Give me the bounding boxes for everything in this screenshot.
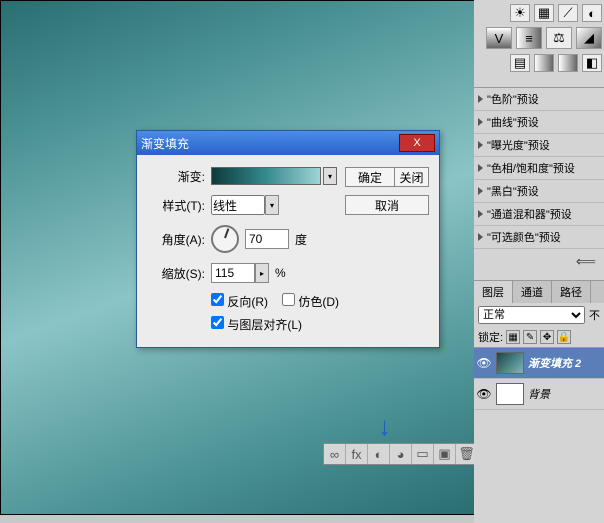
reverse-checkbox[interactable]	[211, 293, 224, 306]
selcolor-icon[interactable]: ◧	[582, 54, 602, 72]
adjustment-layer-icon[interactable]: ◕	[390, 444, 412, 464]
preset-label: "色阶"预设	[487, 91, 539, 107]
gradient-preview[interactable]	[211, 167, 321, 185]
grad-v-icon[interactable]: V	[486, 27, 512, 49]
lock-move-icon[interactable]: ✥	[540, 330, 554, 344]
opacity-label: 不	[589, 307, 600, 323]
tab-channels[interactable]: 通道	[513, 281, 552, 303]
curves-icon[interactable]: ⟋	[558, 4, 578, 22]
preset-item[interactable]: "色阶"预设	[474, 88, 604, 111]
dither-checkbox-wrap[interactable]: 仿色(D)	[282, 293, 339, 310]
cancel-button[interactable]: 取消	[345, 195, 429, 215]
align-label: 与图层对齐(L)	[227, 318, 302, 332]
layer-name: 渐变填充 2	[528, 355, 581, 371]
layers-panel: 图层 通道 路径 正常 不 锁定: ▦ ✎ ✥ 🔒 👁 渐变填充 2 👁 背景	[474, 280, 604, 410]
lock-transparent-icon[interactable]: ▦	[506, 330, 520, 344]
grad-h-icon[interactable]: ≡	[516, 27, 542, 49]
dialog-titlebar[interactable]: 渐变填充 X	[137, 131, 439, 155]
lock-all-icon[interactable]: 🔒	[557, 330, 571, 344]
close-button[interactable]: X	[399, 134, 435, 152]
threshold-icon[interactable]	[534, 54, 554, 72]
brightness-icon[interactable]: ☀	[510, 4, 530, 22]
panel-tabs: 图层 通道 路径	[474, 281, 604, 303]
angle-unit: 度	[295, 231, 307, 248]
layer-thumb[interactable]	[496, 352, 524, 374]
gradmap-icon[interactable]	[558, 54, 578, 72]
style-select[interactable]	[211, 195, 265, 215]
grad-d-icon[interactable]: ◢	[576, 27, 602, 49]
angle-input[interactable]	[245, 229, 289, 249]
tab-layers[interactable]: 图层	[474, 281, 513, 303]
lock-paint-icon[interactable]: ✎	[523, 330, 537, 344]
new-layer-icon[interactable]: ▣	[434, 444, 456, 464]
lock-label: 锁定:	[478, 329, 503, 345]
preset-item[interactable]: "曲线"预设	[474, 111, 604, 134]
blend-mode-select[interactable]: 正常	[478, 306, 585, 324]
preset-item[interactable]: "可选颜色"预设	[474, 226, 604, 249]
layer-footer-toolbar: ∞ fx ◐ ◕ ▭ ▣ 🗑	[323, 443, 478, 465]
layer-name: 背景	[528, 386, 550, 402]
layer-item[interactable]: 👁 渐变填充 2	[474, 348, 604, 379]
preset-item[interactable]: "色相/饱和度"预设	[474, 157, 604, 180]
posterize-icon[interactable]: ▤	[510, 54, 530, 72]
chevron-down-icon[interactable]: ▾	[265, 195, 279, 215]
visibility-icon[interactable]: 👁	[476, 387, 492, 401]
gradient-dropdown-icon[interactable]: ▾	[323, 167, 337, 185]
preset-item[interactable]: "通道混和器"预设	[474, 203, 604, 226]
scale-spinner-icon[interactable]: ▸	[255, 263, 269, 283]
chevron-right-icon	[478, 95, 483, 103]
gradient-fill-dialog: 渐变填充 X 渐变: ▾ 样式(T): ▾ 角度(A): 度 缩放(S): ▸ …	[136, 130, 440, 348]
preset-list: "色阶"预设 "曲线"预设 "曝光度"预设 "色相/饱和度"预设 "黑白"预设 …	[474, 87, 604, 249]
angle-knob[interactable]	[211, 225, 239, 253]
chevron-right-icon	[478, 141, 483, 149]
exposure-icon[interactable]: ◐	[582, 4, 602, 22]
preset-label: "曝光度"预设	[487, 137, 550, 153]
chevron-right-icon	[478, 233, 483, 241]
annotation-arrow: ↓	[378, 411, 391, 442]
chevron-right-icon	[478, 118, 483, 126]
scale-unit: %	[275, 266, 286, 280]
levels-icon[interactable]: ▦	[534, 4, 554, 22]
style-label: 样式(T):	[147, 197, 205, 214]
preset-item[interactable]: "曝光度"预设	[474, 134, 604, 157]
preset-label: "黑白"预设	[487, 183, 539, 199]
chevron-right-icon	[478, 164, 483, 172]
dither-checkbox[interactable]	[282, 293, 295, 306]
group-icon[interactable]: ▭	[412, 444, 434, 464]
layer-item[interactable]: 👁 背景	[474, 379, 604, 410]
fx-icon[interactable]: fx	[346, 444, 368, 464]
layer-thumb[interactable]	[496, 383, 524, 405]
link-layers-icon[interactable]: ∞	[324, 444, 346, 464]
reverse-label: 反向(R)	[227, 295, 268, 309]
preset-label: "曲线"预设	[487, 114, 539, 130]
adjustment-icons: ☀ ▦ ⟋ ◐ V ≡ ⚖ ◢ ▤ ◧	[474, 0, 604, 81]
chevron-right-icon	[478, 210, 483, 218]
right-panel: ☀ ▦ ⟋ ◐ V ≡ ⚖ ◢ ▤ ◧ "色阶"预设 "曲线"预设 "曝光度"预…	[474, 0, 604, 523]
visibility-icon[interactable]: 👁	[476, 356, 492, 370]
chevron-right-icon	[478, 187, 483, 195]
mask-icon[interactable]: ◐	[368, 444, 390, 464]
scale-label: 缩放(S):	[147, 265, 205, 282]
balance-icon[interactable]: ⚖	[546, 27, 572, 49]
preset-label: "通道混和器"预设	[487, 206, 572, 222]
close-text-button[interactable]: 关闭	[395, 167, 429, 187]
align-checkbox[interactable]	[211, 316, 224, 329]
preset-label: "可选颜色"预设	[487, 229, 561, 245]
preset-label: "色相/饱和度"预设	[487, 160, 575, 176]
ok-button[interactable]: 确定	[345, 167, 395, 187]
tab-paths[interactable]: 路径	[552, 281, 591, 303]
gradient-label: 渐变:	[147, 168, 205, 185]
angle-label: 角度(A):	[147, 231, 205, 248]
scale-input[interactable]	[211, 263, 255, 283]
dither-label: 仿色(D)	[298, 295, 339, 309]
align-checkbox-wrap[interactable]: 与图层对齐(L)	[211, 316, 302, 333]
dialog-title: 渐变填充	[141, 135, 399, 152]
preset-item[interactable]: "黑白"预设	[474, 180, 604, 203]
collapse-icon[interactable]: ⟸	[474, 249, 604, 274]
reverse-checkbox-wrap[interactable]: 反向(R)	[211, 293, 268, 310]
